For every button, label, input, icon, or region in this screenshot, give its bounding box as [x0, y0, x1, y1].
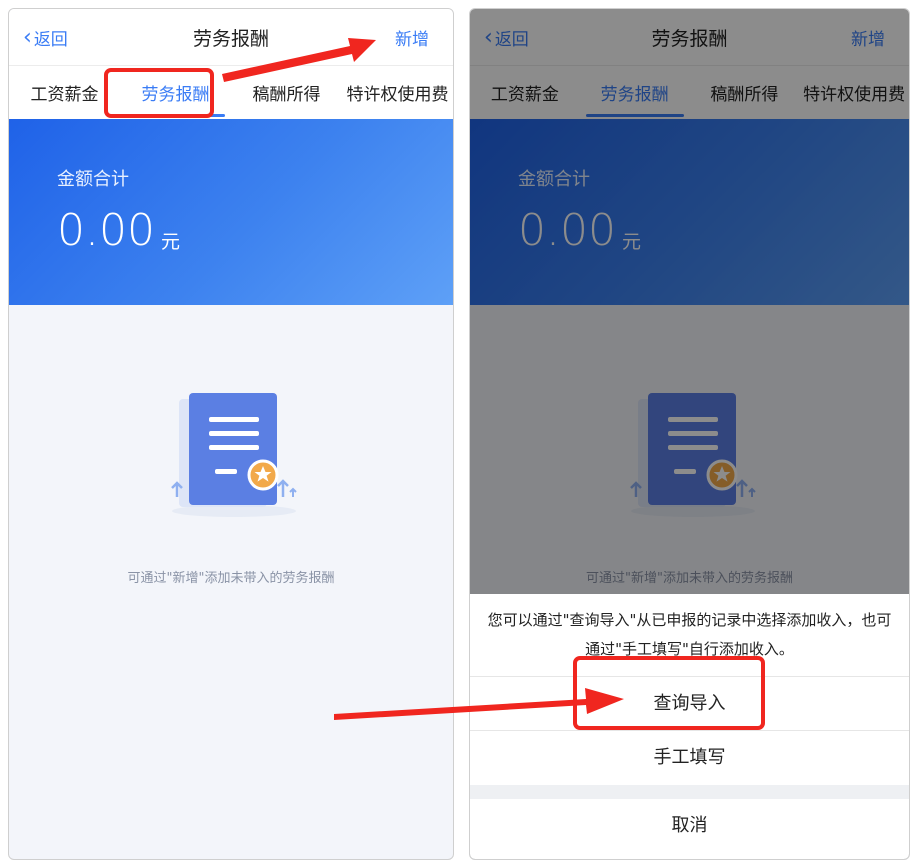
- page-title: 劳务报酬: [192, 28, 269, 50]
- action-sheet-message: 您可以通过"查询导入"从已申报的记录中选择添加收入，也可通过"手工填写"自行添加…: [487, 611, 892, 658]
- tab-author-remuneration[interactable]: 稿酬所得: [231, 66, 342, 119]
- cancel-button[interactable]: 取消: [470, 799, 909, 853]
- tab-royalties[interactable]: 特许权使用费: [342, 66, 453, 119]
- left-screen: ‹ 返回 劳务报酬 新增 工资薪金 劳务报酬 稿酬所得 特许权使用费 金额合计 …: [8, 8, 454, 860]
- empty-state-text: 可通过"新增"添加未带入的劳务报酬: [127, 571, 335, 586]
- query-import-button[interactable]: 查询导入: [470, 676, 909, 730]
- action-sheet: 您可以通过"查询导入"从已申报的记录中选择添加收入，也可通过"手工填写"自行添加…: [470, 594, 909, 859]
- tab-bar: 工资薪金 劳务报酬 稿酬所得 特许权使用费: [9, 65, 453, 119]
- total-amount-label: 金额合计: [57, 169, 129, 190]
- manual-entry-button[interactable]: 手工填写: [470, 730, 909, 784]
- empty-document-icon: [171, 393, 297, 517]
- tab-labor-remuneration[interactable]: 劳务报酬: [120, 66, 231, 119]
- nav-bar: ‹ 返回 劳务报酬 新增: [9, 9, 453, 65]
- tab-salary[interactable]: 工资薪金: [9, 66, 120, 119]
- total-amount-unit: 元: [161, 231, 181, 253]
- sheet-divider: [470, 785, 909, 799]
- add-button[interactable]: 新增: [395, 25, 429, 50]
- right-screen: ‹ 返回 劳务报酬 新增 工资薪金 劳务报酬 稿酬所得 特许权使用费 金额合计 …: [469, 8, 910, 860]
- total-amount-value: 0.00: [57, 205, 155, 256]
- total-amount-banner: 金额合计 0.00 元: [9, 119, 453, 305]
